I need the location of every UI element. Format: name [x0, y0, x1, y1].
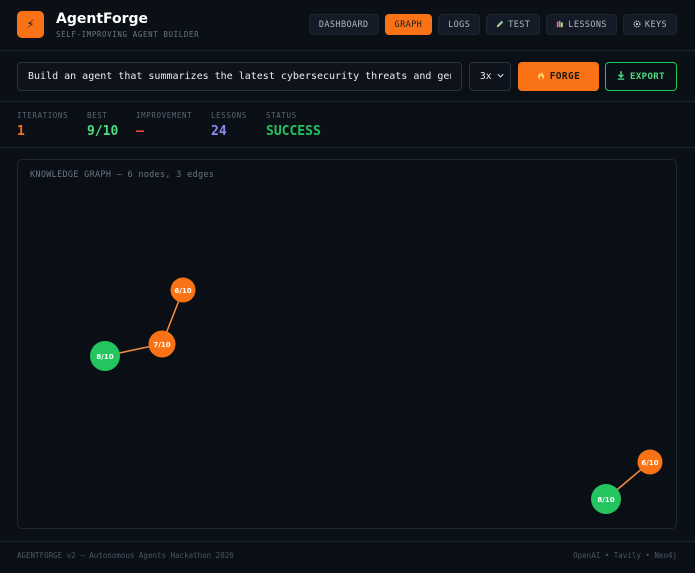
export-button[interactable]: EXPORT: [605, 62, 677, 91]
stat-lessons: LESSONS 24: [211, 111, 247, 139]
nav-label: DASHBOARD: [318, 19, 369, 30]
download-icon: [617, 70, 625, 83]
nav-dashboard-button[interactable]: DASHBOARD: [308, 14, 379, 35]
prompt-bar: 3x FORGE EXPORT: [0, 51, 695, 102]
node-label: 6/10: [641, 459, 658, 467]
graph-node[interactable]: 6/10: [170, 277, 196, 303]
forge-label: FORGE: [549, 71, 581, 82]
agent-prompt-input[interactable]: [17, 62, 462, 91]
graph-node[interactable]: 8/10: [90, 341, 120, 371]
graph-node[interactable]: 6/10: [637, 449, 663, 475]
app-header: ⚡ AgentForge SELF-IMPROVING AGENT BUILDE…: [0, 0, 695, 51]
footer-credits: AGENTFORGE v2 — Autonomous Agents Hackat…: [17, 551, 234, 560]
nav-label: GRAPH: [394, 19, 423, 30]
stat-label: LESSONS: [211, 111, 247, 120]
nav-label: LESSONS: [568, 19, 607, 30]
stat-improvement: IMPROVEMENT —: [136, 111, 192, 139]
stat-value: SUCCESS: [266, 124, 321, 139]
app-subtitle: SELF-IMPROVING AGENT BUILDER: [56, 30, 200, 39]
graph-node[interactable]: 8/10: [591, 484, 621, 514]
iterations-select[interactable]: 3x: [469, 62, 511, 91]
stat-value: —: [136, 124, 144, 139]
nav-label: KEYS: [644, 19, 667, 30]
graph-node[interactable]: 7/10: [148, 330, 176, 358]
knowledge-graph-panel: 6/10 7/10 8/10 6/10 8/10 KNOWLEDGE GRAPH…: [17, 159, 677, 529]
stat-label: STATUS: [266, 111, 297, 120]
graph-title: KNOWLEDGE GRAPH — 6 nodes, 3 edges: [30, 170, 215, 180]
app-title: AgentForge: [56, 11, 149, 27]
stat-iterations: ITERATIONS 1: [17, 111, 68, 139]
node-label: 8/10: [597, 496, 614, 504]
nav-label: LOGS: [448, 19, 471, 30]
stat-status: STATUS SUCCESS: [266, 111, 321, 139]
stat-value: 9/10: [87, 124, 119, 139]
books-icon: [556, 20, 564, 30]
nav-logs-button[interactable]: LOGS: [438, 14, 481, 35]
stat-value: 24: [211, 124, 227, 139]
chevron-down-icon: [497, 71, 504, 82]
nav-graph-button[interactable]: GRAPH: [384, 14, 433, 35]
logo-icon: ⚡: [17, 11, 44, 38]
node-label: 6/10: [174, 287, 191, 295]
stat-label: IMPROVEMENT: [136, 111, 193, 120]
stats-bar: ITERATIONS 1 BEST 9/10 IMPROVEMENT — LES…: [0, 102, 695, 148]
node-label: 8/10: [96, 353, 113, 361]
stat-best: BEST 9/10: [87, 111, 118, 139]
fire-icon: [537, 70, 545, 83]
stat-label: ITERATIONS: [17, 111, 69, 120]
pencil-icon: [496, 20, 504, 30]
node-label: 7/10: [153, 341, 170, 349]
nav-label: TEST: [508, 19, 531, 30]
app-footer: AGENTFORGE v2 — Autonomous Agents Hackat…: [0, 541, 695, 573]
footer-tech-stack: OpenAI • Tavily • Neo4j: [573, 551, 677, 560]
stat-label: BEST: [87, 111, 108, 120]
export-label: EXPORT: [630, 71, 665, 82]
nav-lessons-button[interactable]: LESSONS: [546, 14, 617, 35]
gear-icon: [633, 19, 641, 30]
top-nav: DASHBOARD GRAPH LOGS TEST LESSONS KEYS: [308, 14, 677, 35]
stat-value: 1: [17, 124, 25, 139]
knowledge-graph-canvas[interactable]: 6/10 7/10 8/10 6/10 8/10: [18, 160, 678, 530]
nav-keys-button[interactable]: KEYS: [622, 14, 677, 35]
nav-test-button[interactable]: TEST: [486, 14, 541, 35]
forge-button[interactable]: FORGE: [518, 62, 599, 91]
iterations-value: 3x: [480, 71, 492, 82]
